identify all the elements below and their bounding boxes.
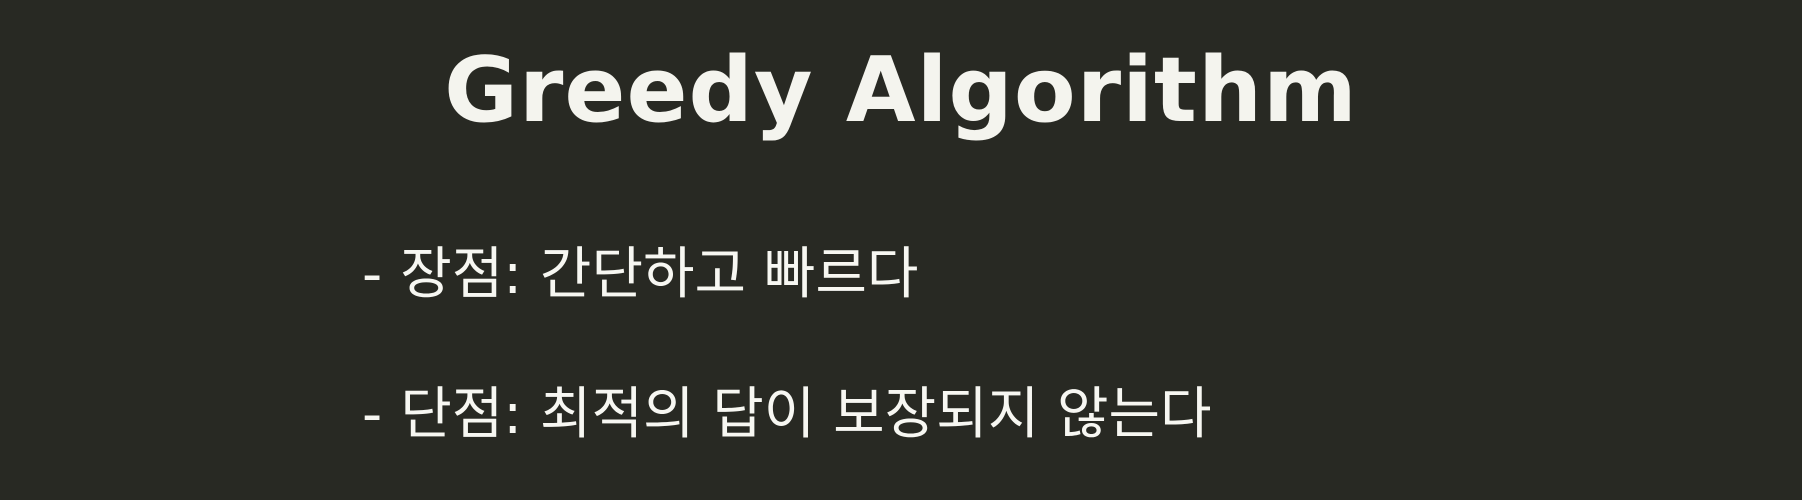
bullet-marker: - — [362, 242, 383, 307]
bullet-text-disadvantages: 단점: 최적의 답이 보장되지 않는다 — [400, 382, 1212, 447]
bullet-advantages: - 장점: 간단하고 빠르다 — [362, 235, 918, 315]
bullet-marker: - — [362, 382, 383, 447]
slide: Greedy Algorithm - 장점: 간단하고 빠르다 - 단점: 최적의 … — [0, 0, 1802, 500]
slide-title: Greedy Algorithm — [444, 38, 1358, 143]
bullet-disadvantages: - 단점: 최적의 답이 보장되지 않는다 — [362, 375, 1212, 455]
bullet-text-advantages: 장점: 간단하고 빠르다 — [400, 242, 919, 307]
